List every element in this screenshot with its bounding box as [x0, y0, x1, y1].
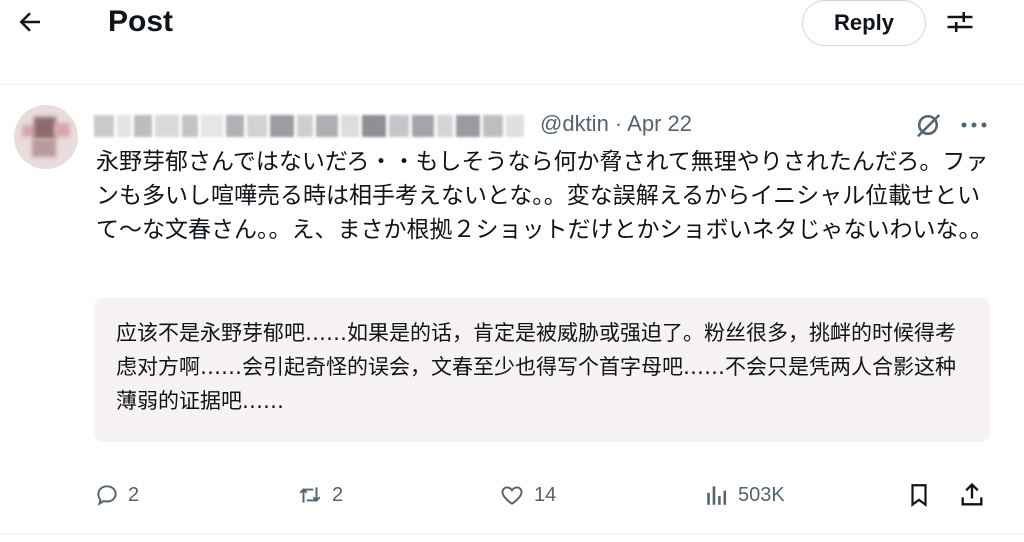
bookmark-icon [911, 484, 927, 507]
top-bar: Post Reply [0, 0, 1024, 85]
share-icon [961, 482, 983, 506]
post-text: 永野芽郁さんではないだろ・・もしそうなら何か脅されて無理やりされたんだろ。ファン… [96, 149, 993, 243]
repost-count: 2 [332, 483, 344, 506]
avatar[interactable] [14, 105, 78, 169]
reply-count: 2 [128, 483, 140, 506]
like-count: 14 [534, 483, 557, 506]
post-meta: @dktin · Apr 22 [540, 107, 692, 141]
divider [0, 533, 1024, 534]
bookmark-action[interactable] [906, 475, 932, 515]
reply-action[interactable]: 2 [94, 475, 139, 515]
back-button[interactable] [8, 2, 52, 42]
meta-separator: · [608, 111, 628, 136]
sliders-icon [947, 12, 973, 32]
reply-icon [97, 485, 117, 506]
post: @dktin · Apr 22 永野芽郁さんではないだろ・・もしそうなら何か脅さ… [0, 85, 1024, 542]
user-handle[interactable]: @dktin [540, 111, 609, 136]
view-count: 503K [738, 483, 785, 506]
grok-icon [917, 114, 941, 138]
more-options-button[interactable] [954, 107, 994, 143]
like-action[interactable]: 14 [498, 475, 556, 515]
views-action[interactable]: 503K [704, 475, 785, 515]
repost-action[interactable]: 2 [296, 475, 343, 515]
translation-box: 应该不是永野芽郁吧……如果是的话，肯定是被威胁或强迫了。粉丝很多，挑衅的时候得考… [94, 298, 990, 442]
translation-text: 应该不是永野芽郁吧……如果是的话，肯定是被威胁或强迫了。粉丝很多，挑衅的时候得考… [116, 321, 956, 413]
analytics-icon [707, 486, 727, 505]
repost-icon [299, 487, 321, 503]
display-name-redacted [94, 113, 526, 139]
heart-icon [501, 486, 523, 505]
action-bar: 2 2 14 503K [0, 475, 1024, 515]
arrow-left-icon [19, 12, 40, 32]
more-icon [961, 122, 987, 128]
page-title: Post [108, 5, 174, 38]
grok-button[interactable] [910, 107, 946, 143]
reply-button[interactable]: Reply [802, 0, 926, 46]
share-action[interactable] [958, 475, 986, 515]
post-date[interactable]: Apr 22 [627, 111, 692, 136]
filter-button[interactable] [938, 2, 982, 42]
